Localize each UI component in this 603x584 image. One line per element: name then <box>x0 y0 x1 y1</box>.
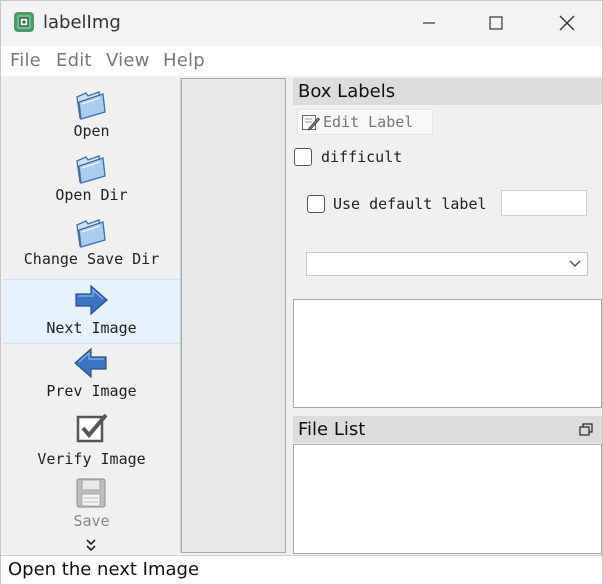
use-default-label-label: Use default label <box>333 195 487 213</box>
next-image-button[interactable]: Next Image <box>3 279 180 344</box>
box-labels-title-bar: Box Labels <box>293 78 602 105</box>
labelimg-window: labelImg File Edit View Help Open Open D… <box>0 0 603 584</box>
right-dock: Box Labels Edit Label difficult Use defa… <box>291 78 602 554</box>
menu-edit[interactable]: Edit <box>56 50 92 71</box>
open-button[interactable]: Open <box>3 78 180 141</box>
verify-image-button[interactable]: Verify Image <box>3 408 180 471</box>
window-title: labelImg <box>43 12 121 33</box>
label-list[interactable] <box>293 299 602 408</box>
menu-view[interactable]: View <box>106 50 150 71</box>
floppy-disk-icon <box>76 478 106 508</box>
image-canvas[interactable] <box>181 78 286 553</box>
save-button[interactable]: Save <box>3 471 180 534</box>
use-default-label-checkbox[interactable] <box>307 195 325 213</box>
checkbox-checked-icon <box>76 413 108 443</box>
minimize-icon[interactable] <box>414 9 444 37</box>
tool-bar: Open Open Dir Change Save Dir Next Image… <box>3 78 181 553</box>
edit-label-text: Edit Label <box>323 113 414 131</box>
change-save-dir-button[interactable]: Change Save Dir <box>3 206 180 269</box>
status-bar: Open the next Image <box>1 555 602 584</box>
default-label-input[interactable] <box>501 190 587 216</box>
menu-help[interactable]: Help <box>163 50 205 71</box>
prev-image-label: Prev Image <box>46 382 137 400</box>
folder-open-icon <box>76 91 106 120</box>
edit-pencil-icon <box>302 115 320 131</box>
save-label: Save <box>73 512 110 530</box>
status-text: Open the next Image <box>8 559 200 580</box>
verify-image-label: Verify Image <box>37 450 146 468</box>
label-combo-box[interactable] <box>306 252 588 276</box>
open-label: Open <box>73 122 110 140</box>
app-icon <box>14 12 34 32</box>
folder-open-icon <box>76 219 106 248</box>
open-dir-button[interactable]: Open Dir <box>3 142 180 205</box>
arrow-left-icon <box>74 347 107 379</box>
change-save-dir-label: Change Save Dir <box>23 250 160 268</box>
menu-bar: File Edit View Help <box>1 46 602 76</box>
difficult-label: difficult <box>321 148 403 166</box>
title-bar[interactable]: labelImg <box>1 1 602 45</box>
float-dock-icon[interactable] <box>579 423 593 436</box>
arrow-right-icon <box>75 284 108 316</box>
open-dir-label: Open Dir <box>55 186 128 204</box>
prev-image-button[interactable]: Prev Image <box>3 342 180 405</box>
edit-label-button[interactable]: Edit Label <box>297 109 433 135</box>
file-list[interactable] <box>293 444 602 554</box>
next-image-label: Next Image <box>46 319 137 337</box>
chevron-down-icon <box>569 260 581 267</box>
folder-open-icon <box>76 155 106 184</box>
chevron-double-down-icon[interactable] <box>84 538 98 552</box>
difficult-checkbox[interactable] <box>294 148 312 166</box>
menu-file[interactable]: File <box>10 50 41 71</box>
maximize-icon[interactable] <box>481 9 511 37</box>
file-list-title-bar: File List <box>293 416 602 443</box>
close-icon[interactable] <box>552 9 582 37</box>
box-labels-title: Box Labels <box>298 81 396 102</box>
file-list-title: File List <box>298 419 366 440</box>
